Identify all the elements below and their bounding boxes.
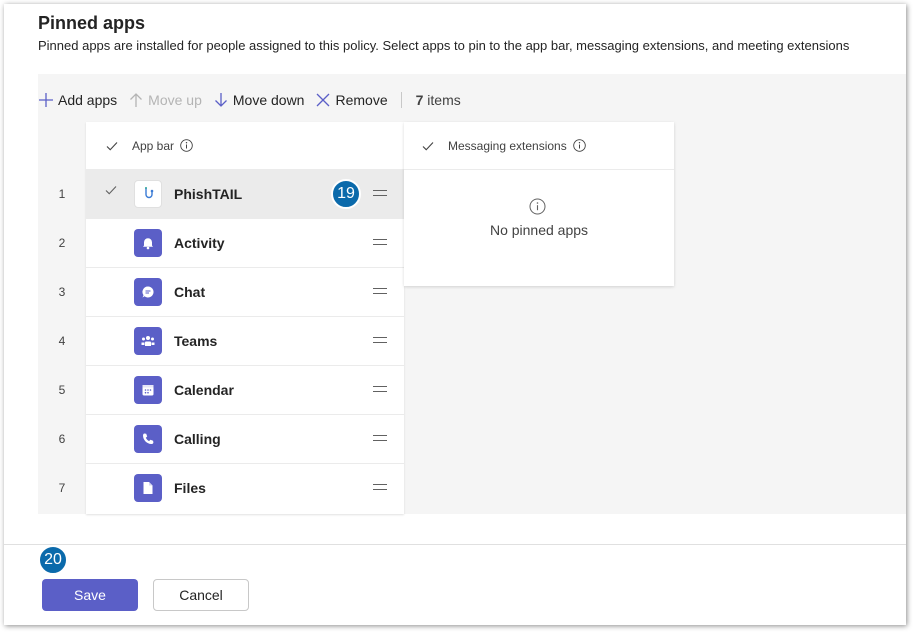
messaging-extensions-header-label: Messaging extensions [448,138,567,153]
add-apps-button[interactable]: Add apps [38,92,117,108]
step-badge: 19 [331,179,361,209]
calendar-icon [134,376,162,404]
drag-handle-icon[interactable] [372,383,388,395]
move-down-button[interactable]: Move down [213,92,305,108]
drag-handle-icon[interactable] [372,334,388,346]
row-number: 2 [58,236,66,250]
row-number: 5 [58,383,66,397]
empty-state-text: No pinned apps [489,222,589,238]
table-row-calling[interactable]: Calling [86,415,404,464]
app-name: Calendar [174,382,234,398]
row-number: 4 [58,334,66,348]
row-checkmark-icon[interactable] [105,184,117,196]
table-row-files[interactable]: Files [86,464,404,513]
cancel-button[interactable]: Cancel [153,579,249,611]
drag-handle-icon[interactable] [372,285,388,297]
toolbar-divider [400,92,402,108]
footer-divider [4,544,906,545]
app-name: Calling [174,431,221,447]
page-description: Pinned apps are installed for people ass… [38,38,850,53]
app-name: Chat [174,284,206,300]
phone-icon [134,425,162,453]
teams-icon [134,327,162,355]
chat-icon [134,278,162,306]
arrow-up-icon [130,93,143,107]
app-bar-header-label: App bar [132,138,175,153]
row-number: 6 [58,432,66,446]
drag-handle-icon[interactable] [372,432,388,444]
row-number: 1 [58,187,66,201]
info-icon[interactable] [572,139,586,152]
drag-handle-icon[interactable] [372,481,388,493]
arrow-down-icon [214,93,227,107]
row-number: 7 [58,481,66,495]
app-name: Activity [174,235,225,251]
item-count: 7 items [416,92,461,108]
save-button[interactable]: Save [42,579,138,611]
table-row-chat[interactable]: Chat [86,268,404,317]
drag-handle-icon[interactable] [372,187,388,199]
row-number: 3 [58,285,66,299]
close-icon [317,93,330,107]
plus-icon [39,93,53,107]
move-up-label: Move up [148,92,202,108]
drag-handle-icon[interactable] [372,236,388,248]
messaging-extensions-card: Messaging extensions No pinned apps [404,122,674,286]
remove-label: Remove [335,92,388,108]
app-name: PhishTAIL [174,186,243,202]
app-name: Files [174,480,206,496]
move-down-label: Move down [232,92,305,108]
item-count-number: 7 [415,92,424,108]
policy-panel: Pinned apps Pinned apps are installed fo… [4,4,906,625]
item-count-suffix: items [427,92,461,108]
app-bar-header: App bar [86,122,404,170]
table-row-phishtail[interactable]: PhishTAIL 19 [86,170,404,219]
table-row-activity[interactable]: Activity [86,219,404,268]
select-all-checkmark-icon[interactable] [106,140,118,152]
move-up-button[interactable]: Move up [128,92,202,108]
app-name: Teams [174,333,218,349]
toolbar: Add apps Move up Move down Remove 7 item… [38,88,461,112]
info-icon[interactable] [180,139,193,152]
table-row-calendar[interactable]: Calendar [86,366,404,415]
app-bar-table: App bar PhishTAIL 19 Activity Chat Teams… [86,122,404,514]
table-row-teams[interactable]: Teams [86,317,404,366]
phishtail-icon [134,180,162,208]
add-apps-label: Add apps [58,92,118,108]
remove-button[interactable]: Remove [315,92,388,108]
page-title: Pinned apps [38,13,146,33]
file-icon [134,474,162,502]
messaging-extensions-header: Messaging extensions [404,122,674,170]
step-badge: 20 [38,545,68,575]
row-number-column: 1 2 3 4 5 6 7 [38,122,86,514]
bell-icon [134,229,162,257]
select-all-checkmark-icon[interactable] [422,140,434,152]
info-icon [529,198,546,215]
